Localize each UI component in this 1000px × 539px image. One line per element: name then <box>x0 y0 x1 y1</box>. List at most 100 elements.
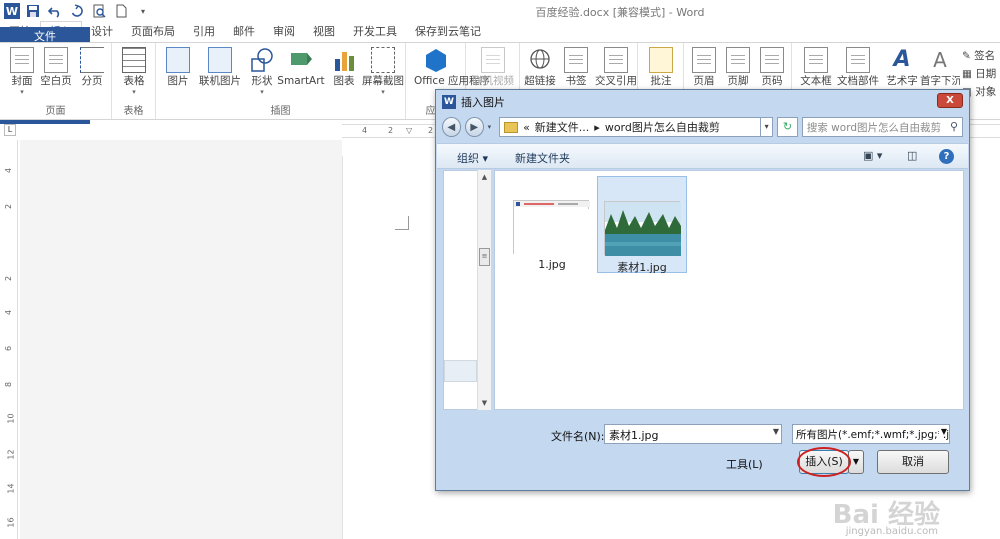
horizontal-ruler[interactable]: 4 2 ▽ 2 <box>342 124 442 138</box>
baidu-watermark-url: jingyan.baidu.com <box>845 526 938 537</box>
tab-references[interactable]: 引用 <box>184 22 224 42</box>
vertical-ruler[interactable]: 4 2 2 4 6 8 10 12 14 16 <box>4 140 18 539</box>
ribbon-group-illustrations: 图片 联机图片 形状 ▾ SmartArt 图表 屏幕截图 ▾ 插图 <box>156 43 406 119</box>
cross-reference-button[interactable]: 交叉引用 <box>594 47 638 88</box>
address-bar[interactable]: « 新建文件... ▸ word图片怎么自由裁剪 <box>499 117 761 137</box>
filename-dropdown-icon[interactable]: ▼ <box>773 427 779 436</box>
navigation-pane-scrollbar[interactable]: ▲ ≡ ▼ <box>477 170 491 410</box>
online-video-button[interactable]: 联机视频 <box>470 47 516 88</box>
horizontal-ruler-end <box>970 124 1000 138</box>
recent-locations-icon[interactable]: ▾ <box>488 123 495 131</box>
tab-view[interactable]: 视图 <box>304 22 344 42</box>
ribbon-group-pages: 封面 ▾ 空白页 分页 页面 <box>0 43 112 119</box>
navigation-pane-selected-item[interactable] <box>444 360 477 382</box>
wordart-button[interactable]: A 艺术字 <box>882 47 922 88</box>
blank-page-button[interactable]: 空白页 <box>36 47 76 88</box>
document-page[interactable] <box>342 156 442 539</box>
quick-parts-icon <box>846 47 870 73</box>
address-dropdown-icon[interactable]: ▾ <box>759 117 774 137</box>
footer-icon <box>726 47 750 73</box>
tab-review[interactable]: 审阅 <box>264 22 304 42</box>
smartart-icon <box>289 47 313 73</box>
organize-button[interactable]: 组织 ▾ <box>457 150 488 166</box>
signature-line-button[interactable]: ✎ 签名 <box>962 47 996 65</box>
office-store-icon <box>424 47 448 73</box>
file-type-dropdown-icon[interactable]: ▼ <box>938 427 947 436</box>
document-canvas <box>20 140 342 539</box>
window-title: 百度经验.docx [兼容模式] - Word <box>535 6 705 19</box>
file-thumbnail <box>604 201 681 256</box>
tab-mailings[interactable]: 邮件 <box>224 22 264 42</box>
online-picture-icon <box>208 47 232 73</box>
ribbon-group-tables: 表格 ▾ 表格 <box>112 43 156 119</box>
filename-input[interactable]: 素材1.jpg ▼ <box>604 424 782 444</box>
bookmark-icon <box>564 47 588 73</box>
dialog-navigation-bar: ◀ ▶ ▾ « 新建文件... ▸ word图片怎么自由裁剪 ▾ ↻ 搜索 wo… <box>442 114 963 140</box>
forward-arrow-icon[interactable]: ▶ <box>464 117 484 137</box>
wordart-icon: A <box>893 47 911 72</box>
folder-icon <box>504 121 519 133</box>
help-icon[interactable]: ? <box>939 149 954 164</box>
textbox-button[interactable]: 文本框 <box>796 47 836 88</box>
tools-menu-button[interactable]: 工具(L) <box>726 456 763 472</box>
group-label-illustrations: 插图 <box>270 106 291 117</box>
dialog-toolbar: 组织 ▾ 新建文件夹 ▣ ▾ ◫ ? <box>437 143 968 169</box>
preview-pane-icon[interactable]: ◫ <box>907 149 917 162</box>
group-label-pages: 页面 <box>45 106 66 117</box>
table-icon <box>122 47 146 73</box>
search-icon[interactable]: ⚲ <box>950 120 958 133</box>
shapes-icon <box>250 47 274 73</box>
file-list: 1.jpg 素材1.jpg <box>494 170 964 410</box>
date-time-button[interactable]: ▦ 日期 <box>962 65 996 83</box>
new-folder-button[interactable]: 新建文件夹 <box>515 150 570 166</box>
scroll-down-arrow-icon[interactable]: ▼ <box>478 396 491 410</box>
dialog-title-bar: W 插入图片 <box>442 94 505 110</box>
scroll-up-arrow-icon[interactable]: ▲ <box>478 170 491 184</box>
tab-save-to-cloud-note[interactable]: 保存到云笔记 <box>406 22 490 42</box>
breadcrumb-parent[interactable]: 新建文件... <box>535 119 590 135</box>
scrollbar-thumb[interactable]: ≡ <box>479 248 490 266</box>
group-label-tables: 表格 <box>123 106 144 117</box>
screenshot-button[interactable]: 屏幕截图 ▾ <box>360 47 406 96</box>
ruler-indent-marker[interactable]: ▽ <box>406 126 412 135</box>
header-icon <box>692 47 716 73</box>
smartart-button[interactable]: SmartArt <box>276 47 326 88</box>
page-break-button[interactable]: 分页 <box>72 47 112 88</box>
file-type-select[interactable]: 所有图片(*.emf;*.wmf;*.jpg;*.jpeg...) ▼ <box>792 424 950 444</box>
hyperlink-button[interactable]: 超链接 <box>520 47 560 88</box>
tab-page-layout[interactable]: 页面布局 <box>122 22 184 42</box>
online-video-icon <box>481 47 505 73</box>
page-number-button[interactable]: 页码 <box>752 47 792 88</box>
comment-button[interactable]: 批注 <box>641 47 681 88</box>
table-button[interactable]: 表格 ▾ <box>114 47 154 96</box>
page-break-icon <box>80 47 104 73</box>
online-picture-button[interactable]: 联机图片 <box>196 47 244 88</box>
chart-icon <box>332 47 356 73</box>
search-input[interactable]: 搜索 word图片怎么自由裁剪 ⚲ <box>801 117 963 137</box>
view-options-icon[interactable]: ▣ ▾ <box>863 149 882 162</box>
title-bar: W ▾ 百度经验.docx [兼容模式] - Word <box>0 0 1000 22</box>
cancel-button[interactable]: 取消 <box>877 450 949 474</box>
file-item-sucai1-jpg[interactable]: 素材1.jpg <box>597 176 687 274</box>
ribbon-tabs: 文件 开始 插入 设计 页面布局 引用 邮件 审阅 视图 开发工具 保存到云笔记 <box>0 21 1000 124</box>
tab-developer[interactable]: 开发工具 <box>344 22 406 42</box>
screenshot-icon <box>371 47 395 73</box>
blank-page-icon <box>44 47 68 73</box>
dialog-title: 插入图片 <box>461 96 505 109</box>
chart-button[interactable]: 图表 <box>324 47 364 88</box>
file-item-1-jpg[interactable]: 1.jpg <box>507 176 597 273</box>
drop-cap-icon: A <box>933 48 947 72</box>
tab-selector-button[interactable]: L <box>4 124 16 136</box>
textbox-icon <box>804 47 828 73</box>
breadcrumb-current[interactable]: word图片怎么自由裁剪 <box>605 119 720 135</box>
picture-button[interactable]: 图片 <box>158 47 198 88</box>
close-button[interactable]: X <box>937 93 963 108</box>
bookmark-button[interactable]: 书签 <box>556 47 596 88</box>
quick-parts-button[interactable]: 文档部件 <box>836 47 880 88</box>
drop-cap-button[interactable]: A 首字下沉 <box>920 47 960 88</box>
file-name: 1.jpg <box>538 258 566 271</box>
refresh-icon[interactable]: ↻ <box>777 117 798 137</box>
cross-reference-icon <box>604 47 628 73</box>
office-apps-button[interactable]: Office 应用程序 <box>414 47 490 88</box>
back-arrow-icon[interactable]: ◀ <box>442 117 461 137</box>
